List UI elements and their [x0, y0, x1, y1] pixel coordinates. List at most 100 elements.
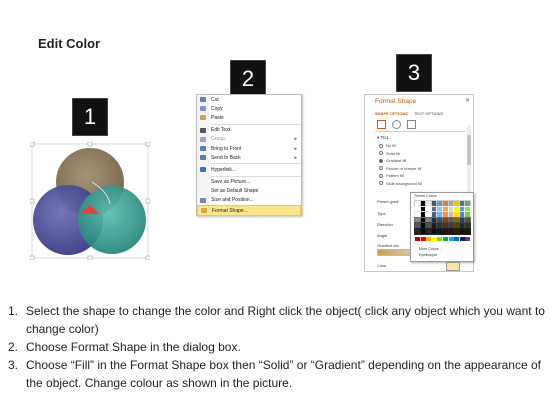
color-swatch[interactable] [441, 205, 449, 213]
color-swatch[interactable] [425, 216, 433, 224]
color-swatch[interactable] [441, 222, 449, 230]
menu-item-size-and-position[interactable]: Size and Position... [197, 196, 301, 205]
color-swatch[interactable] [441, 211, 449, 219]
color-swatch[interactable] [459, 237, 465, 241]
context-menu[interactable]: Cut Copy Paste Edit Text Group ▸ Bring to Fron… [196, 94, 302, 217]
fill-option[interactable]: Gradient fill [379, 158, 406, 163]
color-swatch[interactable] [419, 211, 427, 219]
menu-item-paste[interactable]: Paste [197, 113, 301, 122]
color-swatch[interactable] [453, 222, 461, 230]
color-swatch[interactable] [414, 216, 421, 224]
color-swatch[interactable] [447, 200, 455, 207]
color-swatch[interactable] [458, 211, 466, 219]
color-swatch[interactable] [447, 211, 455, 219]
color-swatch[interactable] [436, 211, 444, 219]
close-icon[interactable]: ✕ [465, 97, 470, 104]
color-swatch[interactable] [425, 222, 433, 230]
color-swatch[interactable] [441, 216, 449, 224]
tab-text-options[interactable]: TEXT OPTIONS [414, 111, 443, 116]
color-swatch[interactable] [458, 205, 466, 213]
fill-option[interactable]: Solid fill [379, 151, 400, 156]
scrollbar-thumb[interactable] [467, 135, 471, 165]
color-swatch[interactable] [453, 200, 461, 207]
menu-item-format-shape[interactable]: Format Shape... [197, 205, 301, 217]
fill-option[interactable]: Slide background fill [379, 181, 422, 186]
color-swatch[interactable] [436, 205, 444, 213]
radio-button[interactable] [379, 173, 383, 178]
color-picker-button[interactable] [446, 262, 460, 271]
fill-option[interactable]: Picture or texture fill [379, 166, 421, 171]
color-swatch[interactable] [419, 216, 427, 224]
color-swatch[interactable] [419, 205, 427, 213]
color-swatch[interactable] [464, 205, 472, 213]
radio-button[interactable] [379, 166, 383, 170]
color-swatch[interactable] [419, 222, 427, 230]
color-swatch[interactable] [430, 222, 438, 230]
eyedropper-option[interactable]: Eyedropper [419, 253, 438, 257]
standard-color-row[interactable] [415, 237, 471, 241]
color-swatch[interactable] [441, 200, 449, 207]
menu-item-cut[interactable]: Cut [197, 95, 301, 104]
menu-item-copy[interactable]: Copy [197, 104, 301, 113]
venn-diagram[interactable] [29, 141, 151, 261]
color-swatch[interactable] [441, 227, 449, 235]
menu-item-group[interactable]: Group ▸ [197, 135, 301, 144]
fill-section-header[interactable]: ▾ FILL [377, 135, 389, 141]
color-swatch[interactable] [465, 237, 471, 241]
color-swatch[interactable] [436, 216, 444, 224]
menu-item-save-as-picture[interactable]: Save as Picture... [197, 178, 301, 187]
color-swatch[interactable] [447, 216, 455, 224]
color-swatch[interactable] [458, 216, 466, 224]
fill-option[interactable]: No fill [379, 143, 396, 148]
color-swatch[interactable] [415, 237, 420, 241]
tab-shape-options[interactable]: SHAPE OPTIONS [375, 111, 408, 116]
fill-line-icon[interactable] [377, 120, 386, 129]
color-swatch[interactable] [442, 237, 448, 241]
color-swatch[interactable] [453, 205, 461, 213]
color-swatch[interactable] [458, 222, 466, 230]
radio-button[interactable] [379, 143, 383, 148]
radio-button[interactable] [379, 151, 383, 155]
color-swatch[interactable] [453, 211, 461, 219]
color-swatch[interactable] [447, 227, 455, 235]
color-swatch[interactable] [464, 200, 472, 207]
color-swatch[interactable] [448, 237, 454, 241]
menu-item-set-as-default-shape[interactable]: Set as Default Shape [197, 187, 301, 196]
color-swatch[interactable] [419, 200, 427, 207]
effects-icon[interactable] [392, 120, 401, 129]
color-swatch[interactable] [437, 237, 443, 241]
color-swatch[interactable] [436, 222, 444, 230]
color-swatch[interactable] [414, 205, 421, 213]
color-swatch[interactable] [430, 200, 438, 207]
color-swatch[interactable] [458, 227, 466, 235]
radio-button[interactable] [379, 181, 383, 185]
venn-circle-right[interactable] [78, 186, 146, 254]
color-palette[interactable]: Theme Colors Standard Colors More Colors… [410, 192, 474, 262]
menu-item-edit-text[interactable]: Edit Text [197, 126, 301, 135]
color-swatch[interactable] [447, 205, 455, 213]
color-swatch[interactable] [431, 237, 437, 241]
more-colors-option[interactable]: More Colors... [419, 247, 442, 251]
menu-item-bring-to-front[interactable]: Bring to Front ▸ [197, 144, 301, 153]
color-swatch[interactable] [453, 227, 461, 235]
color-swatch[interactable] [454, 237, 460, 241]
color-swatch[interactable] [414, 222, 421, 230]
color-swatch[interactable] [430, 216, 438, 224]
color-swatch[interactable] [458, 200, 466, 207]
theme-color-grid[interactable] [414, 200, 472, 235]
color-swatch[interactable] [464, 227, 472, 235]
color-swatch[interactable] [425, 200, 433, 207]
color-swatch[interactable] [425, 211, 433, 219]
color-swatch[interactable] [447, 222, 455, 230]
radio-button[interactable] [379, 158, 383, 163]
color-swatch[interactable] [425, 205, 433, 213]
color-swatch[interactable] [414, 211, 421, 219]
color-swatch[interactable] [464, 211, 472, 219]
color-swatch[interactable] [464, 216, 472, 224]
color-swatch[interactable] [426, 237, 432, 241]
color-swatch[interactable] [414, 200, 421, 207]
color-swatch[interactable] [420, 237, 426, 241]
color-swatch[interactable] [430, 205, 438, 213]
fill-option[interactable]: Pattern fill [379, 173, 404, 178]
color-swatch[interactable] [464, 222, 472, 230]
